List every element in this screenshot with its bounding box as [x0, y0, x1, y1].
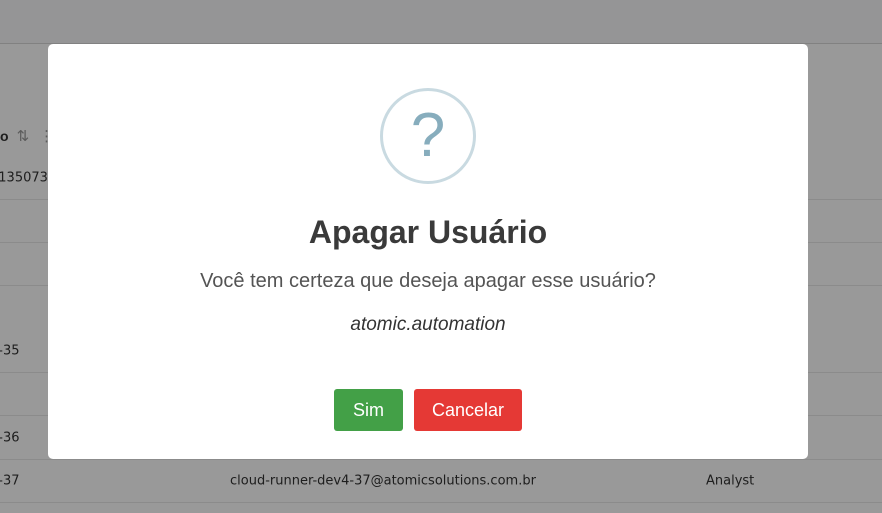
page: o ⇅ ⋮ 8135073 4-35 n 4-36 4-37 cloud-run… — [0, 0, 882, 513]
dialog-title: Apagar Usuário — [308, 214, 548, 250]
dialog-message: Você tem certeza que deseja apagar esse … — [200, 270, 656, 292]
confirm-button[interactable]: Sim — [334, 389, 403, 431]
cancel-button[interactable]: Cancelar — [414, 389, 522, 431]
dialog-username: atomic.automation — [350, 314, 506, 335]
dialog-actions: Sim Cancelar — [48, 389, 808, 431]
question-icon: ? — [380, 88, 476, 184]
delete-user-dialog: ? Apagar Usuário Você tem certeza que de… — [48, 44, 808, 459]
